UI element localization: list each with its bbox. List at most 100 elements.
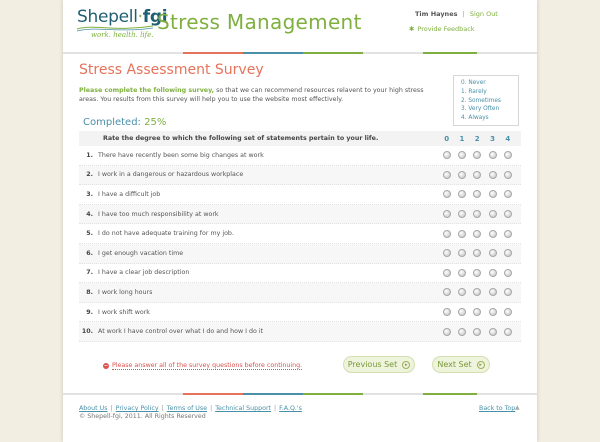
rating-radio-0[interactable]	[442, 151, 451, 160]
rating-radio-2[interactable]	[473, 327, 482, 336]
rating-cell	[470, 210, 485, 219]
rating-cell	[454, 308, 469, 317]
rating-radio-2[interactable]	[473, 268, 482, 277]
rating-radio-2[interactable]	[473, 229, 482, 238]
next-set-button[interactable]: Next Set ▸	[432, 356, 490, 373]
rating-radio-3[interactable]	[488, 249, 497, 258]
rating-cell	[439, 210, 454, 219]
rating-cell	[439, 190, 454, 199]
rating-cell	[485, 170, 500, 179]
legend-item: 0. Never	[461, 80, 486, 86]
legend-item: 2. Sometimes	[461, 97, 501, 104]
rating-radio-4[interactable]	[503, 151, 512, 160]
footer-link-about[interactable]: About Us	[79, 405, 108, 412]
rating-radio-3[interactable]	[488, 308, 497, 317]
question-text: At work I have control over what I do an…	[98, 328, 264, 336]
previous-set-button[interactable]: Previous Set ▸	[343, 356, 415, 373]
footer-color-bar	[63, 393, 537, 395]
rating-radio-4[interactable]	[503, 288, 512, 297]
rating-cell	[454, 229, 469, 238]
footer-separator: |	[210, 405, 213, 412]
rating-radio-0[interactable]	[442, 210, 451, 219]
rating-radio-2[interactable]	[473, 288, 482, 297]
rating-cell	[454, 210, 469, 219]
rating-radio-4[interactable]	[503, 170, 512, 179]
question-number: 5.	[86, 230, 93, 238]
rating-radio-3[interactable]	[488, 327, 497, 336]
question-text: I work long hours	[98, 288, 153, 296]
rating-radio-3[interactable]	[488, 190, 497, 199]
rating-cell	[470, 327, 485, 336]
rating-cell	[454, 151, 469, 160]
arrow-right-icon: ▸	[402, 360, 411, 369]
rating-radio-1[interactable]	[457, 268, 466, 277]
arrow-right-icon: ▸	[476, 360, 485, 369]
table-header: Rate the degree to which the following s…	[79, 131, 521, 146]
rating-radio-4[interactable]	[503, 308, 512, 317]
rating-radio-4[interactable]	[503, 268, 512, 277]
rating-radio-4[interactable]	[503, 249, 512, 258]
rating-radio-1[interactable]	[457, 151, 466, 160]
rating-radio-1[interactable]	[457, 229, 466, 238]
rating-radio-1[interactable]	[457, 190, 466, 199]
rating-radio-4[interactable]	[503, 210, 512, 219]
rating-radio-1[interactable]	[457, 327, 466, 336]
rating-cell	[470, 190, 485, 199]
provide-feedback-link[interactable]: ✱ Provide Feedback	[409, 25, 475, 33]
rating-cell	[500, 151, 515, 160]
rating-radio-2[interactable]	[473, 170, 482, 179]
rating-radio-0[interactable]	[442, 190, 451, 199]
rating-radio-0[interactable]	[442, 229, 451, 238]
footer-link-privacy[interactable]: Privacy Policy	[116, 405, 159, 412]
rating-radio-0[interactable]	[442, 249, 451, 258]
footer-separator: |	[274, 405, 277, 412]
rating-radio-4[interactable]	[503, 229, 512, 238]
rating-options	[439, 308, 515, 317]
rating-radio-4[interactable]	[503, 190, 512, 199]
footer-separator: |	[161, 405, 164, 412]
table-row: 1. There have recently been some big chan…	[79, 146, 521, 166]
rating-radio-1[interactable]	[457, 308, 466, 317]
rating-radio-2[interactable]	[473, 190, 482, 199]
rating-radio-1[interactable]	[457, 249, 466, 258]
rating-radio-0[interactable]	[442, 327, 451, 336]
scale-label: 4	[505, 134, 511, 143]
rating-cell	[485, 268, 500, 277]
rating-radio-3[interactable]	[488, 268, 497, 277]
legend-item: 4. Always	[461, 115, 489, 122]
rating-radio-2[interactable]	[473, 249, 482, 258]
footer-link-faq[interactable]: F.A.Q.'s	[279, 405, 302, 412]
rating-cell	[500, 268, 515, 277]
rating-cell	[470, 249, 485, 258]
table-row: 5. I do not have adequate training for my…	[79, 224, 521, 244]
rating-radio-0[interactable]	[442, 288, 451, 297]
rating-radio-3[interactable]	[488, 170, 497, 179]
rating-radio-2[interactable]	[473, 151, 482, 160]
question-number: 6.	[86, 249, 93, 257]
sign-out-link[interactable]: Sign Out	[470, 10, 498, 18]
rating-cell	[500, 229, 515, 238]
table-header-text: Rate the degree to which the following s…	[103, 135, 379, 142]
footer-link-support[interactable]: Technical Support	[215, 405, 271, 412]
completed-percent: 25%	[144, 117, 167, 128]
rating-radio-0[interactable]	[442, 308, 451, 317]
rating-cell	[500, 288, 515, 297]
rating-radio-3[interactable]	[488, 288, 497, 297]
rating-radio-2[interactable]	[473, 210, 482, 219]
survey-table: Rate the degree to which the following s…	[79, 131, 521, 342]
rating-radio-3[interactable]	[488, 151, 497, 160]
rating-radio-1[interactable]	[457, 210, 466, 219]
back-to-top-link[interactable]: Back to Top	[479, 405, 515, 412]
rating-radio-2[interactable]	[473, 308, 482, 317]
rating-radio-0[interactable]	[442, 268, 451, 277]
scale-label: 2	[474, 134, 480, 143]
rating-radio-0[interactable]	[442, 170, 451, 179]
rating-radio-4[interactable]	[503, 327, 512, 336]
question-text: I work in a dangerous or hazardous workp…	[98, 171, 244, 179]
rating-radio-3[interactable]	[488, 229, 497, 238]
rating-radio-1[interactable]	[457, 288, 466, 297]
rating-radio-1[interactable]	[457, 170, 466, 179]
rating-radio-3[interactable]	[488, 210, 497, 219]
footer-link-terms[interactable]: Terms of Use	[167, 405, 207, 412]
rating-cell	[439, 268, 454, 277]
